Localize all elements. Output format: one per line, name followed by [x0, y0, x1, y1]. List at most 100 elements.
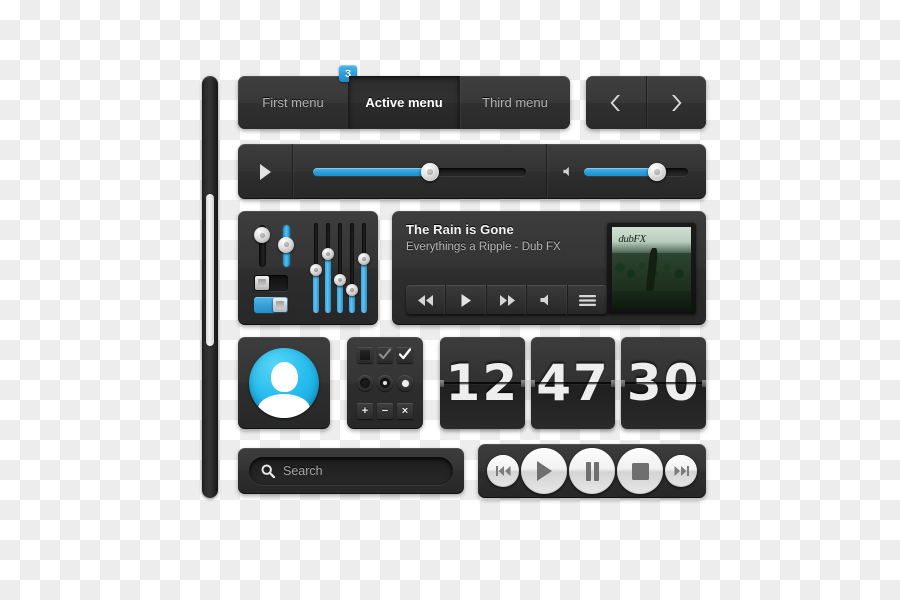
- volume-slider-track[interactable]: [583, 162, 688, 181]
- pause-button[interactable]: [569, 448, 615, 494]
- mini-slider-2[interactable]: [278, 225, 294, 267]
- track-controls: [406, 285, 607, 315]
- search-input[interactable]: Search: [249, 457, 453, 485]
- checkbox-checked[interactable]: [397, 347, 413, 363]
- now-playing-panel: The Rain is Gone Everythings a Ripple - …: [392, 211, 706, 325]
- equalizer-toggles: [254, 225, 306, 313]
- radio-selected[interactable]: [397, 375, 413, 391]
- forward-button[interactable]: [487, 285, 528, 315]
- clock-seconds-card: 30: [621, 337, 707, 429]
- avatar-body: [258, 394, 310, 418]
- flip-split-line: [530, 381, 616, 385]
- search-icon: [261, 464, 275, 478]
- close-button[interactable]: ×: [397, 403, 413, 419]
- slider-knob[interactable]: [421, 162, 440, 181]
- eq-band-5[interactable]: [358, 223, 370, 313]
- radio-dot: [401, 379, 409, 387]
- form-controls-panel: + − ×: [347, 337, 423, 429]
- toggle-knob: [255, 276, 269, 290]
- remove-button[interactable]: −: [377, 403, 393, 419]
- clock-hours-card: 12: [440, 337, 525, 429]
- skip-forward-icon: [674, 466, 689, 476]
- album-cover-image: dubFX: [612, 227, 691, 309]
- ui-kit-canvas: First menu 3 Active menu Third menu The …: [0, 0, 900, 600]
- album-art-frame[interactable]: dubFX: [607, 222, 696, 314]
- eq-knob[interactable]: [334, 273, 346, 286]
- radio-dot: [383, 381, 387, 385]
- volume-button[interactable]: [527, 285, 568, 315]
- player-slider-bar: [238, 144, 706, 199]
- slider-fill: [313, 167, 431, 176]
- eq-fill: [361, 258, 367, 313]
- rewind-button[interactable]: [406, 285, 447, 315]
- add-button[interactable]: +: [357, 403, 373, 419]
- toggle-switch-on[interactable]: [254, 297, 288, 313]
- previous-button[interactable]: [586, 76, 647, 129]
- previous-track-button[interactable]: [487, 455, 519, 487]
- flip-split-line: [621, 381, 707, 385]
- eq-knob[interactable]: [322, 247, 334, 260]
- mini-slider-knob[interactable]: [278, 236, 294, 253]
- checkmark-icon: [379, 348, 391, 360]
- album-title-text: dubFX: [618, 232, 646, 245]
- scrollbar-thumb[interactable]: [206, 194, 214, 347]
- play-button[interactable]: [446, 285, 487, 315]
- eq-band-4[interactable]: [346, 223, 358, 313]
- clock-minutes-card: 47: [530, 337, 616, 429]
- vertical-scrollbar[interactable]: [202, 76, 218, 498]
- eq-knob[interactable]: [358, 252, 370, 265]
- user-avatar-icon: [249, 348, 319, 418]
- volume-slider-section[interactable]: [546, 144, 706, 199]
- tab-first-menu[interactable]: First menu 3: [238, 65, 357, 129]
- tab-active-menu[interactable]: Active menu: [349, 76, 460, 129]
- pause-icon: [585, 461, 599, 481]
- volume-icon: [540, 294, 549, 306]
- eq-knob[interactable]: [310, 263, 322, 276]
- mini-slider-1[interactable]: [254, 225, 270, 267]
- checkbox-unchecked[interactable]: [357, 347, 373, 363]
- eq-band-3[interactable]: [334, 223, 346, 313]
- checkbox-checked-dim[interactable]: [377, 347, 393, 363]
- tab-third-menu[interactable]: Third menu: [460, 76, 570, 129]
- play-button[interactable]: [238, 144, 293, 199]
- stop-button[interactable]: [617, 448, 663, 494]
- progress-slider[interactable]: [293, 144, 546, 199]
- rewind-icon: [417, 294, 433, 306]
- flip-hinge-pin: [520, 379, 525, 387]
- mini-slider-knob[interactable]: [254, 227, 270, 244]
- track-info: The Rain is Gone Everythings a Ripple - …: [406, 222, 607, 315]
- menu-tab-bar: First menu 3 Active menu Third menu: [238, 65, 570, 129]
- equalizer-panel: [238, 211, 378, 325]
- flip-hinge-pin: [440, 379, 444, 387]
- hamburger-menu-icon: [578, 294, 596, 306]
- transport-controls-panel: [478, 444, 706, 498]
- eq-band-1[interactable]: [310, 223, 322, 313]
- flip-hinge-pin: [530, 379, 535, 387]
- slider-knob[interactable]: [647, 162, 666, 181]
- play-button[interactable]: [521, 448, 567, 494]
- play-icon: [259, 163, 271, 180]
- next-button[interactable]: [646, 76, 706, 129]
- checkmark-icon: [399, 348, 411, 360]
- radio-hole: [360, 378, 370, 388]
- skip-back-icon: [495, 466, 510, 476]
- menu-button[interactable]: [568, 285, 607, 315]
- pagination-nav: [586, 76, 706, 129]
- album-stage: [612, 290, 691, 309]
- next-track-button[interactable]: [665, 455, 697, 487]
- chevron-left-icon: [610, 94, 621, 111]
- search-placeholder: Search: [283, 464, 323, 478]
- checkbox-box: [360, 350, 370, 360]
- toggle-switch-off[interactable]: [254, 275, 288, 291]
- stop-icon: [631, 462, 649, 480]
- eq-knob[interactable]: [346, 283, 358, 296]
- avatar-panel[interactable]: [238, 337, 330, 429]
- eq-band-2[interactable]: [322, 223, 334, 313]
- eq-fill: [313, 269, 319, 313]
- eq-fill: [325, 253, 331, 313]
- progress-slider-track[interactable]: [313, 162, 526, 181]
- chevron-right-icon: [671, 94, 682, 111]
- radio-small-dot[interactable]: [377, 375, 393, 391]
- radio-empty[interactable]: [357, 375, 373, 391]
- slider-fill: [583, 167, 657, 176]
